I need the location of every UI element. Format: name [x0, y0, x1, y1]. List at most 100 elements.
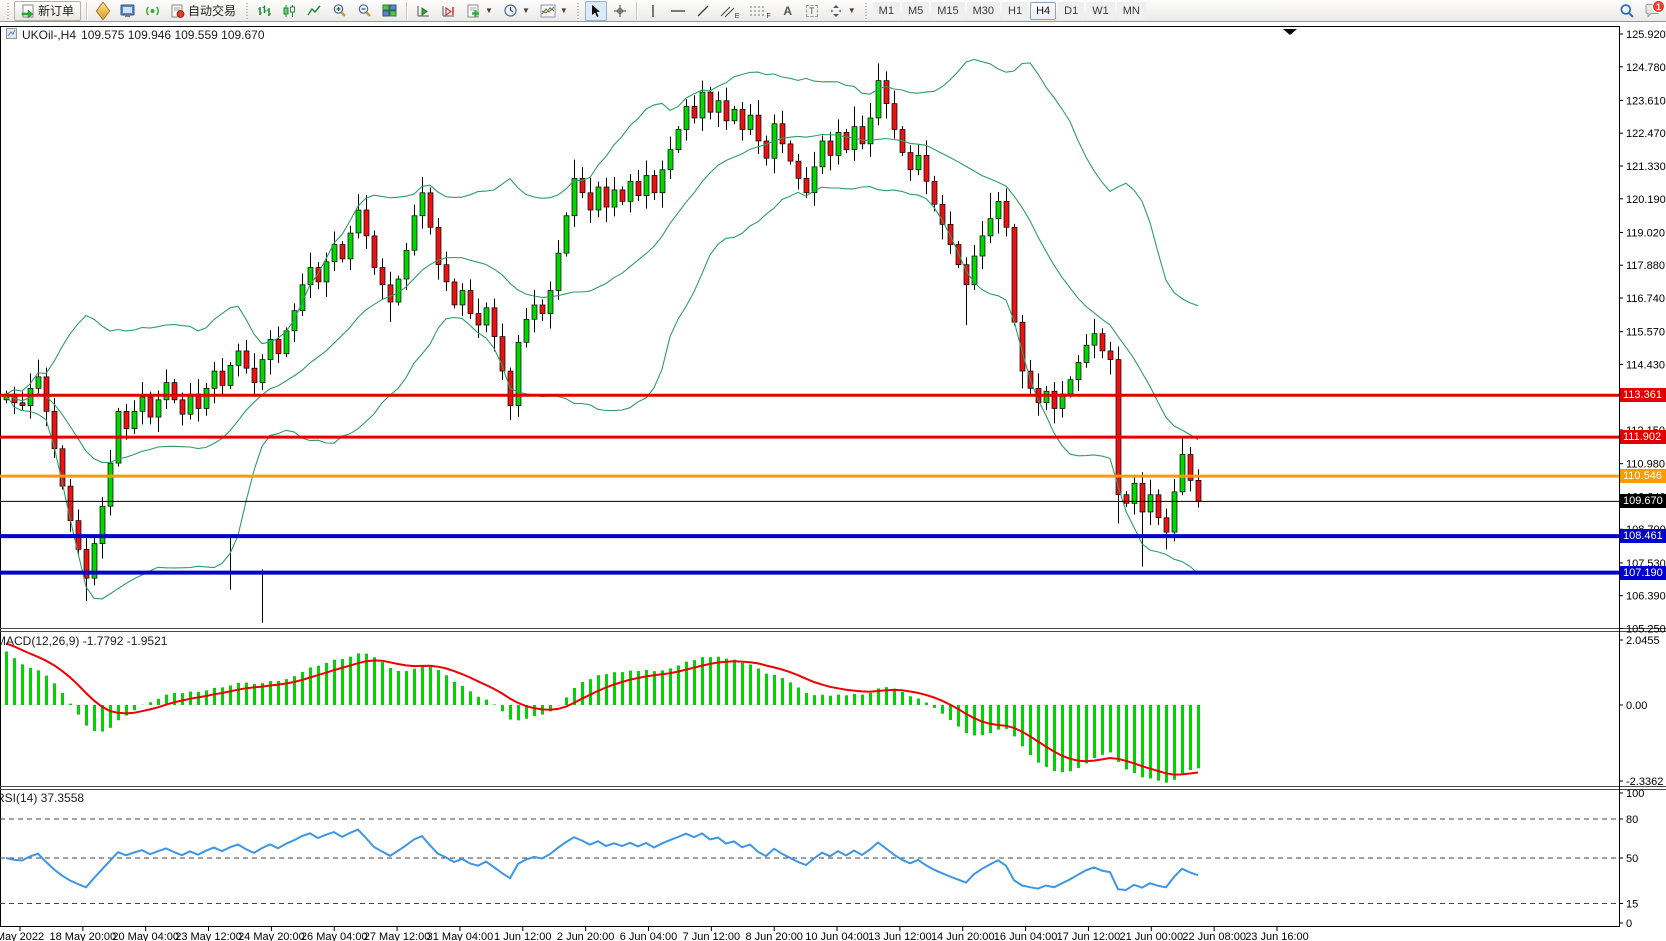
symbol-title: UKOil-,H4	[22, 28, 76, 42]
candle-bull	[132, 411, 137, 428]
candle-bull	[716, 101, 721, 113]
tile-windows-button[interactable]	[378, 1, 401, 21]
signal-icon	[145, 4, 160, 18]
candlestick-chart-button[interactable]	[278, 1, 301, 21]
chat-button[interactable]: 1	[1641, 1, 1663, 21]
chevron-down-icon: ▼	[848, 6, 856, 15]
timeframe-M5[interactable]: M5	[902, 2, 929, 20]
candle-bull	[660, 170, 665, 193]
channel-tool-button[interactable]: E	[716, 1, 744, 21]
candle-bear	[244, 351, 249, 368]
candle-bull	[356, 210, 361, 233]
candle-bear	[60, 449, 65, 486]
market-watch-button[interactable]	[92, 1, 114, 21]
zoom-out-button[interactable]	[353, 1, 376, 21]
candle-bear	[20, 403, 25, 406]
candle-bull	[612, 190, 617, 207]
candle-bear	[124, 411, 129, 428]
candle-bull	[460, 291, 465, 305]
timeframe-M15[interactable]: M15	[931, 2, 964, 20]
autotrading-icon	[170, 4, 185, 18]
candle-bull	[676, 129, 681, 149]
candle-bear	[948, 224, 953, 244]
candle-bear	[220, 371, 225, 385]
candle-bear	[252, 368, 257, 382]
time-tick: 14 Jun 20:00	[931, 931, 995, 941]
trendline-tool-button[interactable]	[692, 1, 714, 21]
zoom-in-button[interactable]	[328, 1, 351, 21]
arrows-icon	[829, 4, 844, 18]
candle-bull	[628, 181, 633, 201]
candle-bear	[908, 152, 913, 169]
chart-shift-button[interactable]	[437, 1, 460, 21]
timeframe-H1[interactable]: H1	[1002, 2, 1028, 20]
candle-bear	[340, 245, 345, 259]
auto-scroll-button[interactable]	[412, 1, 435, 21]
candle-bull	[228, 365, 233, 385]
bar-chart-icon	[257, 4, 272, 18]
time-tick: 27 May 12:00	[364, 931, 431, 941]
autotrading-button[interactable]: 自动交易	[166, 1, 240, 21]
candle-bull	[572, 178, 577, 215]
time-tick: 13 Jun 12:00	[868, 931, 932, 941]
time-tick: 18 May 20:00	[50, 931, 117, 941]
new-order-button[interactable]: 新订单	[14, 1, 81, 21]
candle-bull	[1172, 492, 1177, 532]
horizontal-line-tool-button[interactable]	[666, 1, 690, 21]
candle-bull	[988, 219, 993, 236]
candle-bear	[692, 106, 697, 118]
timeframe-M30[interactable]: M30	[967, 2, 1000, 20]
candle-bull	[684, 106, 689, 129]
candle-bear	[620, 190, 625, 202]
vertical-line-tool-button[interactable]	[642, 1, 664, 21]
fibonacci-tool-button[interactable]: F	[745, 1, 774, 21]
text-label-tool-button[interactable]: T	[801, 1, 823, 21]
candle-bear	[1124, 495, 1129, 504]
text-tool-button[interactable]: A	[777, 1, 799, 21]
chart-svg: 125.920124.780123.610122.470121.330120.1…	[0, 24, 1666, 941]
indicators-button[interactable]: ▼	[536, 1, 572, 21]
svg-text:-2.3362: -2.3362	[1626, 776, 1663, 788]
line-chart-button[interactable]	[303, 1, 326, 21]
arrows-tool-button[interactable]: ▼	[825, 1, 860, 21]
candle-bull	[412, 216, 417, 251]
line-chart-icon	[307, 4, 322, 18]
search-button[interactable]	[1615, 1, 1639, 21]
trendline-icon	[696, 4, 710, 18]
candle-bear	[492, 308, 497, 337]
chart-shift-marker[interactable]	[1283, 29, 1297, 35]
bar-chart-button[interactable]	[253, 1, 276, 21]
terminal-button[interactable]	[116, 1, 139, 21]
candle-bull	[820, 141, 825, 167]
fibonacci-icon	[749, 4, 765, 18]
candle-bear	[804, 178, 809, 192]
candle-bull	[1076, 362, 1081, 379]
timeframe-MN[interactable]: MN	[1117, 2, 1146, 20]
time-tick: 21 Jun 00:00	[1119, 931, 1183, 941]
channel-e-label: E	[735, 13, 740, 20]
candle-bull	[236, 351, 241, 365]
time-tick: 17 Jun 12:00	[1057, 931, 1121, 941]
cursor-tool-button[interactable]	[585, 1, 607, 21]
new-chart-icon	[466, 4, 481, 18]
timeframe-H4[interactable]: H4	[1030, 2, 1056, 20]
periods-button[interactable]: ▼	[499, 1, 534, 21]
timeframe-W1[interactable]: W1	[1086, 2, 1115, 20]
time-tick: 31 May 04:00	[427, 931, 494, 941]
signal-button[interactable]	[141, 1, 164, 21]
candle-bear	[796, 161, 801, 178]
timeframe-M1[interactable]: M1	[873, 2, 900, 20]
candle-bull	[332, 245, 337, 262]
chart-area: 125.920124.780123.610122.470121.330120.1…	[0, 24, 1666, 941]
candle-bull	[524, 319, 529, 342]
timeframe-D1[interactable]: D1	[1058, 2, 1084, 20]
price-tick: 125.920	[1626, 29, 1666, 41]
crosshair-tool-button[interactable]	[609, 1, 631, 21]
candle-bull	[876, 81, 881, 118]
candle-bear	[924, 155, 929, 181]
new-chart-button[interactable]: ▼	[462, 1, 497, 21]
candle-bull	[700, 92, 705, 118]
rsi-indicator-label: RSI(14) 37.3558	[0, 791, 84, 805]
candle-bull	[644, 175, 649, 195]
candle-bear	[172, 383, 177, 400]
